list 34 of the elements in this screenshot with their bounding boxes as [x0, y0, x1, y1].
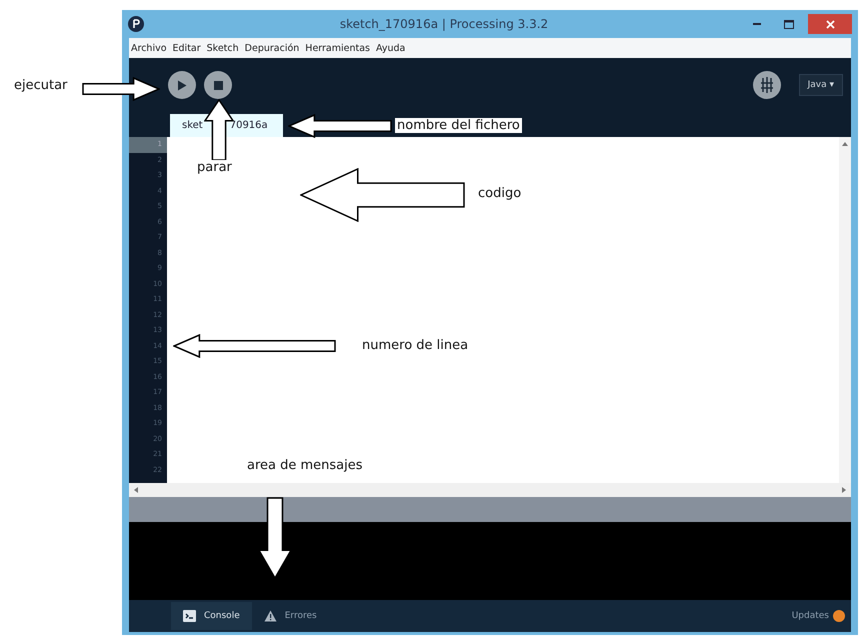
warning-icon	[264, 610, 277, 622]
debugger-icon[interactable]	[752, 71, 781, 99]
menu-item[interactable]: Herramientas	[305, 42, 370, 54]
annotation-label: area de mensajes	[245, 458, 365, 473]
play-icon	[177, 80, 187, 90]
run-button[interactable]	[168, 71, 196, 99]
annotation-label: ejecutar	[12, 78, 70, 93]
mode-dropdown[interactable]: Java ▾	[798, 74, 843, 96]
annotation-label: codigo	[476, 186, 524, 201]
stop-button[interactable]	[204, 71, 232, 99]
scroll-left-icon[interactable]	[133, 487, 139, 493]
annotation-label: nombre del fichero	[395, 118, 522, 133]
stop-icon	[214, 80, 222, 90]
annotation-label: parar	[195, 160, 234, 175]
maximize-icon	[784, 20, 794, 28]
horizontal-scrollbar[interactable]	[129, 483, 851, 497]
update-badge-icon	[833, 610, 845, 622]
menu-item[interactable]: Depuración	[244, 42, 300, 54]
close-button[interactable]	[808, 14, 852, 34]
menu-item[interactable]: Archivo	[131, 42, 167, 54]
scroll-up-icon[interactable]	[842, 141, 848, 147]
menu-item[interactable]: Ayuda	[376, 42, 406, 54]
console-icon	[183, 610, 196, 622]
updates-label[interactable]: Updates	[792, 611, 829, 621]
app-logo-icon	[128, 16, 144, 32]
console-tab[interactable]: Errores	[252, 602, 329, 630]
console-tab[interactable]: Console	[171, 602, 252, 630]
menu-item[interactable]: Editar	[172, 42, 201, 54]
vertical-scrollbar[interactable]	[839, 137, 851, 483]
window-title: sketch_170916a | Processing 3.3.2	[338, 17, 550, 31]
close-icon	[826, 20, 834, 28]
minimize-icon	[753, 23, 761, 25]
scroll-right-icon[interactable]	[841, 487, 847, 493]
menu-item[interactable]: Sketch	[206, 42, 239, 54]
